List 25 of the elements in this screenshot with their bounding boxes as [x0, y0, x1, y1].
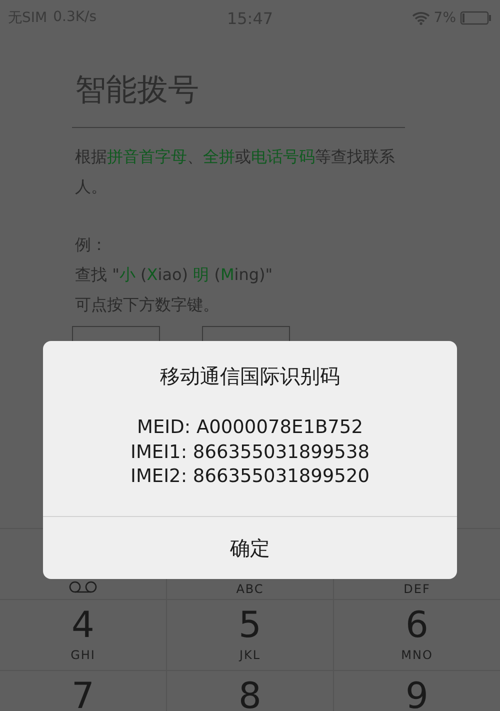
- key-digit: 8: [238, 675, 262, 711]
- device-id-text: IMEI1: 866355031899538: [130, 440, 370, 464]
- dial-key[interactable]: 5 JKL: [166, 600, 333, 670]
- key-digit: 9: [406, 675, 428, 711]
- device-id-text: MEID: A0000078E1B752: [137, 416, 363, 440]
- key-digit: 7: [72, 675, 94, 711]
- key-letters: ABC: [236, 582, 264, 596]
- dial-key[interactable]: 4 GHI: [0, 600, 166, 670]
- key-digit: 4: [72, 604, 94, 648]
- dial-key[interactable]: 7: [0, 671, 166, 711]
- dial-key[interactable]: 9: [333, 671, 500, 711]
- key-letters: GHI: [70, 648, 96, 662]
- wifi-icon: [412, 11, 430, 25]
- dial-key[interactable]: 6 MNO: [333, 600, 500, 670]
- dialog-title: 移动通信国际识别码: [160, 363, 340, 390]
- dial-key[interactable]: 8: [166, 671, 333, 711]
- device-id-text: IMEI2: 866355031899520: [130, 465, 370, 489]
- voicemail-icon: [68, 581, 98, 593]
- battery-icon: [460, 11, 492, 25]
- key-digit: 6: [406, 604, 428, 648]
- key-letters: DEF: [404, 582, 430, 596]
- key-letters: MNO: [401, 648, 433, 662]
- key-letters: JKL: [239, 648, 261, 662]
- key-digit: 5: [238, 604, 262, 648]
- confirm-button[interactable]: 确定: [43, 516, 457, 579]
